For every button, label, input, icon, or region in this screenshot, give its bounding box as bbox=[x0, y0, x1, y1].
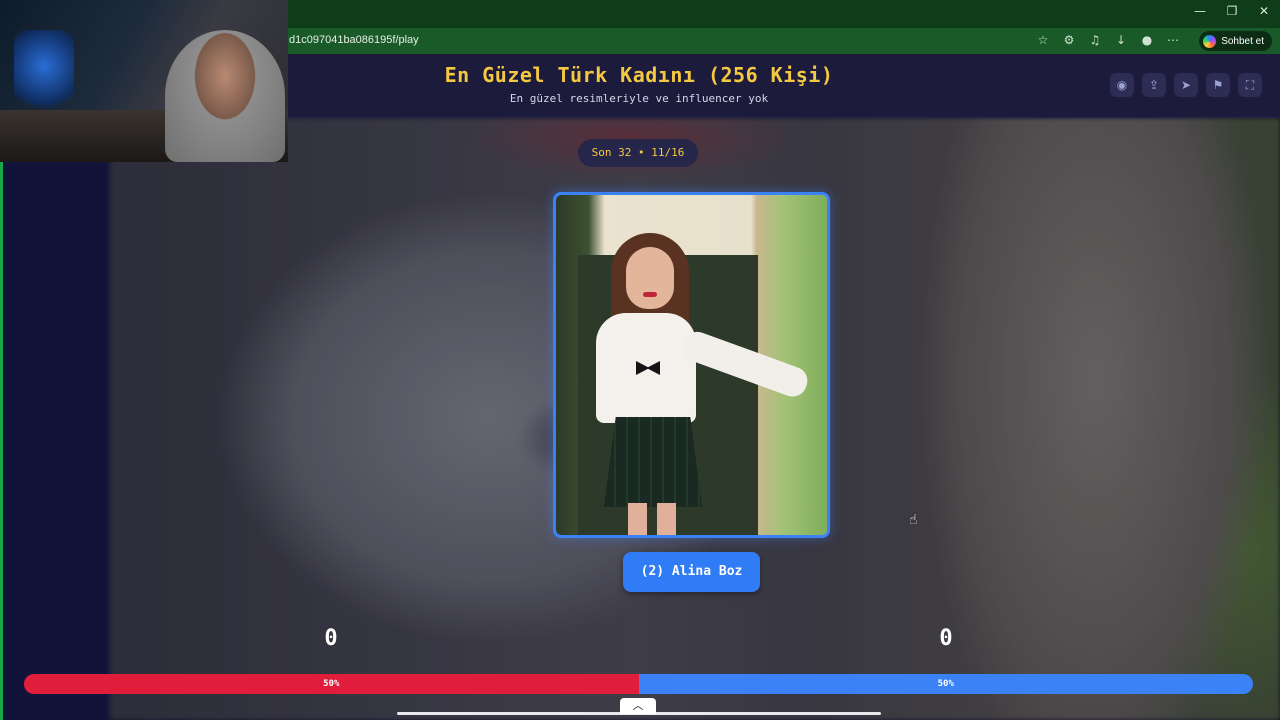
vote-left-label: 50% bbox=[323, 679, 340, 689]
webcam-background-light bbox=[14, 30, 74, 120]
photo-legs bbox=[628, 503, 676, 535]
profile-sync-icon[interactable]: ♫ bbox=[1088, 33, 1102, 47]
copilot-label: Sohbet et bbox=[1221, 35, 1264, 47]
game-stage: Son 32 • 11/16 (2) Alina Boz 0 0 50% 50% bbox=[0, 118, 1280, 720]
copilot-button[interactable]: Sohbet et bbox=[1199, 31, 1272, 51]
score-left: 0 bbox=[324, 626, 338, 651]
more-icon[interactable]: ⋯ bbox=[1166, 33, 1180, 47]
vote-left-segment: 50% bbox=[24, 674, 639, 694]
screen: — ❐ ✕ d1c097041ba086195f/play ☆ ⚙ ♫ ↓ ● … bbox=[0, 0, 1280, 720]
photo-skirt bbox=[604, 417, 702, 507]
round-indicator: Son 32 • 11/16 bbox=[578, 139, 698, 167]
header-actions: ◉ ⇪ ➤ ⚑ ⛶ bbox=[1110, 73, 1262, 97]
share-icon[interactable]: ⇪ bbox=[1142, 73, 1166, 97]
vote-right-segment: 50% bbox=[638, 674, 1253, 694]
flag-icon[interactable]: ⚑ bbox=[1206, 73, 1230, 97]
fullscreen-icon[interactable]: ⛶ bbox=[1238, 73, 1262, 97]
close-icon[interactable]: ✕ bbox=[1256, 4, 1272, 18]
browser-toolbar: ☆ ⚙ ♫ ↓ ● ⋯ bbox=[1036, 33, 1180, 47]
contestant-name-button[interactable]: (2) Alina Boz bbox=[623, 552, 760, 592]
chevron-up-icon[interactable]: ︿ bbox=[620, 698, 656, 714]
star-icon[interactable]: ☆ bbox=[1036, 33, 1050, 47]
score-right: 0 bbox=[939, 626, 953, 651]
photo-face bbox=[626, 247, 674, 309]
restore-icon[interactable]: ❐ bbox=[1224, 4, 1240, 18]
extensions-icon[interactable]: ⚙ bbox=[1062, 33, 1076, 47]
download-icon[interactable]: ↓ bbox=[1114, 33, 1128, 47]
copilot-icon bbox=[1203, 34, 1217, 48]
eye-icon[interactable]: ◉ bbox=[1110, 73, 1134, 97]
window-controls: — ❐ ✕ bbox=[1192, 4, 1272, 18]
minimize-icon[interactable]: — bbox=[1192, 4, 1208, 18]
contestant-photo[interactable] bbox=[553, 192, 830, 538]
send-icon[interactable]: ➤ bbox=[1174, 73, 1198, 97]
webcam-overlay bbox=[0, 0, 288, 162]
avatar-icon[interactable]: ● bbox=[1140, 33, 1154, 47]
vote-progress-bar: 50% 50% bbox=[24, 674, 1253, 694]
hand-cursor-icon: ☝ bbox=[909, 512, 918, 528]
webcam-person bbox=[165, 30, 285, 162]
left-strip bbox=[0, 118, 110, 720]
photo-lips bbox=[643, 292, 657, 297]
vote-right-label: 50% bbox=[937, 679, 954, 689]
url-text[interactable]: d1c097041ba086195f/play bbox=[289, 34, 419, 46]
